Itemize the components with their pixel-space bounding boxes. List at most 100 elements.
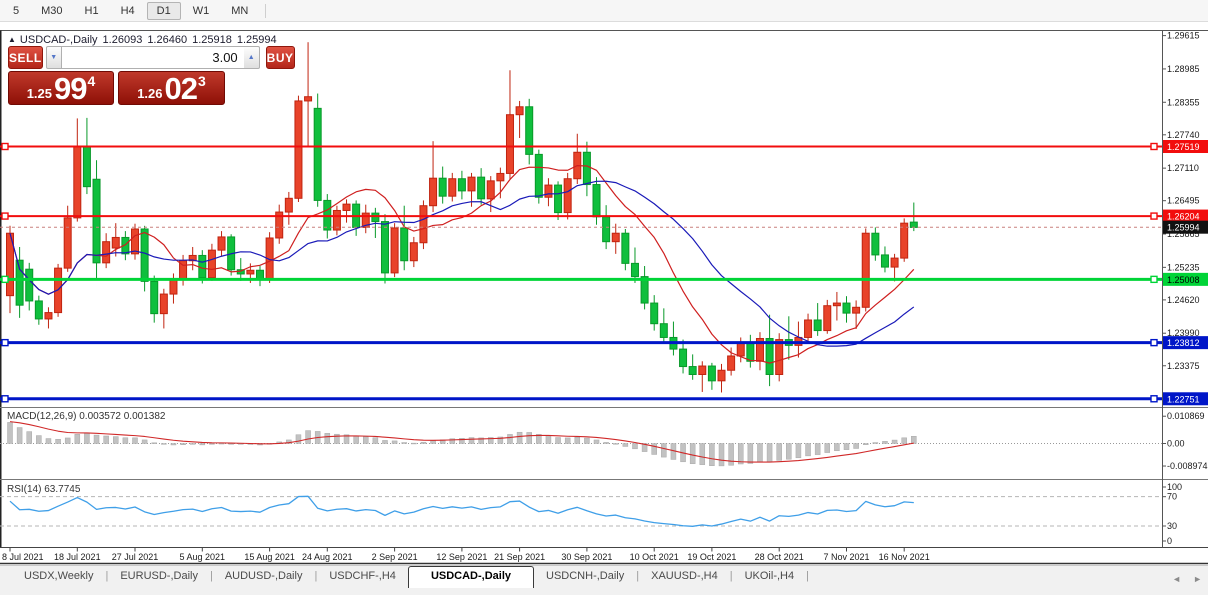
price-badge-label: 1.27519 — [1167, 142, 1200, 152]
price-tick-label: 1.23375 — [1167, 361, 1200, 371]
candle-body — [717, 369, 726, 382]
volume-input[interactable] — [61, 46, 244, 69]
candle-body — [804, 319, 813, 338]
macd-histogram-bar — [911, 435, 917, 444]
macd-histogram-bar — [622, 443, 629, 447]
candle-body — [400, 227, 409, 262]
date-tick-label: 28 Oct 2021 — [755, 552, 804, 562]
date-tick-label: 8 Jul 2021 — [2, 552, 44, 562]
candle-body — [25, 268, 34, 302]
tab-scroll-right-icon[interactable]: ► — [1193, 574, 1202, 584]
macd-histogram-bar — [64, 437, 71, 444]
candle-body — [611, 232, 620, 243]
tab-usdx-weekly[interactable]: USDX,Weekly — [12, 567, 105, 586]
candle-body — [419, 205, 428, 244]
trading-terminal: { "toolbar": { "timeframes": [ {"label":… — [0, 0, 1208, 595]
toolbar-separator — [265, 3, 267, 18]
sell-price-big: 99 — [54, 71, 87, 106]
candle-body — [534, 153, 543, 198]
hline-handle — [1, 275, 9, 284]
macd-histogram-bar — [834, 443, 840, 452]
candle-body — [890, 257, 899, 268]
price-tick-label: 1.26495 — [1167, 196, 1200, 206]
timeframe-button-M30[interactable]: M30 — [31, 2, 72, 20]
timeframe-button-MN[interactable]: MN — [221, 2, 258, 20]
macd-histogram-bar — [766, 443, 773, 463]
bar-open-value: 1.26093 — [102, 34, 143, 46]
macd-histogram-bar — [651, 443, 657, 455]
tab-ukoil-h4[interactable]: UKOil-,H4 — [733, 567, 807, 586]
macd-histogram-bar — [574, 437, 581, 444]
tab-usdcad-daily[interactable]: USDCAD-,Daily — [407, 566, 535, 588]
volume-stepper: ▼ ▲ — [45, 46, 260, 69]
timeframe-button-H1[interactable]: H1 — [75, 2, 109, 20]
candle-body — [63, 217, 72, 269]
timeframe-button-D1[interactable]: D1 — [146, 1, 181, 20]
candle-body — [852, 306, 861, 314]
date-tick-label: 7 Nov 2021 — [823, 552, 869, 562]
macd-histogram-bar — [372, 437, 379, 444]
macd-histogram-bar — [824, 443, 831, 453]
macd-histogram-bar — [93, 434, 100, 444]
macd-histogram-bar — [584, 437, 590, 444]
macd-histogram-bar — [699, 443, 706, 465]
candle-body — [409, 242, 418, 262]
sell-button[interactable]: SELL — [8, 46, 43, 69]
tab-usdchf-h4[interactable]: USDCHF-,H4 — [317, 567, 408, 586]
date-tick-label: 24 Aug 2021 — [302, 552, 353, 562]
tab-usdcnh-daily[interactable]: USDCNH-,Daily — [534, 567, 636, 586]
tab-scroll-left-icon[interactable]: ◄ — [1172, 574, 1181, 584]
macd-histogram-bar — [16, 427, 23, 444]
date-tick-label: 12 Sep 2021 — [436, 552, 487, 562]
hline-handle — [1150, 275, 1158, 284]
timeframe-button-5[interactable]: 5 — [3, 2, 29, 20]
candle-body — [342, 203, 351, 211]
volume-decrease-icon[interactable]: ▼ — [45, 46, 62, 69]
macd-histogram-bar — [295, 434, 302, 444]
timeframe-button-H4[interactable]: H4 — [111, 2, 145, 20]
candle-body — [438, 177, 447, 197]
candle-body — [198, 254, 207, 279]
buy-button[interactable]: BUY — [265, 46, 295, 69]
date-tick-label: 2 Sep 2021 — [372, 552, 418, 562]
candle-body — [880, 254, 889, 268]
timeframe-button-W1[interactable]: W1 — [183, 2, 220, 20]
macd-histogram-bar — [209, 443, 215, 445]
macd-histogram-bar — [718, 443, 725, 467]
candle-body — [554, 184, 563, 214]
date-tick-label: 21 Sep 2021 — [494, 552, 545, 562]
macd-histogram-bar — [862, 443, 869, 445]
tab-xauusd-h4[interactable]: XAUUSD-,H4 — [639, 567, 730, 586]
candle-body — [73, 146, 82, 219]
candle-body — [544, 184, 553, 198]
macd-histogram-bar — [420, 441, 427, 444]
tab-eurusd-daily[interactable]: EURUSD-,Daily — [108, 567, 210, 586]
candle-body — [380, 221, 389, 274]
candle-body — [727, 355, 736, 371]
tab-audusd-daily[interactable]: AUDUSD-,Daily — [213, 567, 315, 586]
candle-body — [707, 365, 716, 382]
price-tick-label: 1.27740 — [1167, 130, 1200, 140]
date-tick-label: 10 Oct 2021 — [630, 552, 679, 562]
macd-histogram-bar — [36, 435, 42, 444]
hline-handle — [1150, 142, 1158, 151]
candle-body — [448, 178, 457, 197]
candle-body — [505, 114, 514, 174]
macd-histogram-bar — [324, 433, 331, 444]
candle-body — [861, 232, 870, 308]
candle-body — [621, 232, 630, 264]
macd-histogram-bar — [814, 443, 821, 455]
candle-body — [842, 302, 851, 314]
trade-prices-row: 1.25 99 4 1.26 02 3 — [8, 71, 225, 105]
volume-increase-icon[interactable]: ▲ — [243, 46, 260, 69]
sell-price-box[interactable]: 1.25 99 4 — [8, 71, 114, 105]
candle-body — [486, 180, 495, 200]
buy-price-box[interactable]: 1.26 02 3 — [118, 71, 225, 105]
candle-body — [390, 227, 399, 274]
candle-body — [217, 236, 226, 251]
macd-histogram-bar — [507, 434, 513, 444]
macd-histogram-bar — [603, 442, 609, 444]
macd-histogram-bar — [728, 443, 734, 466]
date-tick-label: 18 Jul 2021 — [54, 552, 101, 562]
macd-histogram-bar — [122, 437, 129, 444]
